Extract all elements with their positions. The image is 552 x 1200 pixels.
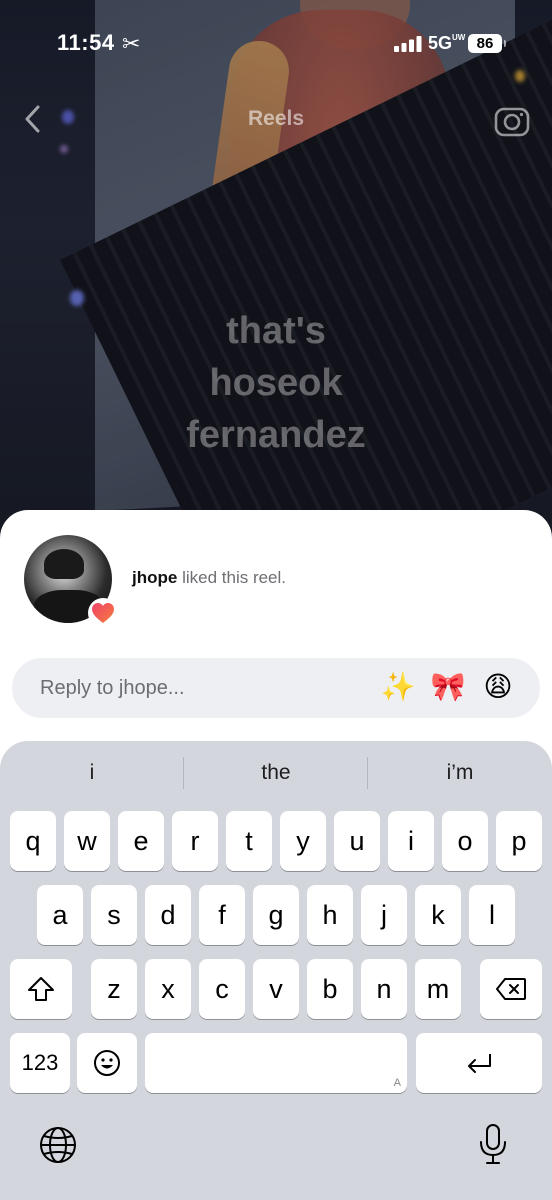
sparkles-emoji-button[interactable]: ✨ — [380, 670, 416, 704]
heart-icon — [92, 603, 114, 623]
key-z[interactable]: z — [91, 959, 137, 1019]
keyboard: i the i’m q w e r t y u i o p a s d f g … — [0, 741, 552, 1200]
delete-icon — [496, 978, 526, 1000]
key-t[interactable]: t — [226, 811, 272, 871]
suggestion-item[interactable]: the — [184, 761, 368, 785]
key-r[interactable]: r — [172, 811, 218, 871]
status-bar: 11:54 ✂ 5GUW 86 — [0, 0, 552, 90]
key-p[interactable]: p — [496, 811, 542, 871]
heart-badge — [88, 598, 118, 628]
emoji-key[interactable] — [77, 1033, 137, 1093]
key-f[interactable]: f — [199, 885, 245, 945]
suggestion-bar: i the i’m — [0, 741, 552, 805]
emoji-icon — [94, 1050, 120, 1076]
key-u[interactable]: u — [334, 811, 380, 871]
suggestion-item[interactable]: i — [0, 761, 184, 785]
key-g[interactable]: g — [253, 885, 299, 945]
key-c[interactable]: c — [199, 959, 245, 1019]
caption-line: hoseok — [209, 362, 343, 404]
reply-placeholder: Reply to jhope... — [40, 677, 185, 699]
battery-level: 86 — [476, 35, 494, 52]
key-x[interactable]: x — [145, 959, 191, 1019]
delete-key[interactable] — [480, 959, 542, 1019]
suggestion-item[interactable]: i’m — [368, 761, 552, 785]
reel-caption: that's hoseok fernandez — [0, 305, 552, 461]
return-icon — [468, 1054, 491, 1073]
shift-icon — [28, 977, 54, 1001]
network-label: 5GUW — [428, 33, 465, 54]
key-j[interactable]: j — [361, 885, 407, 945]
key-i[interactable]: i — [388, 811, 434, 871]
key-k[interactable]: k — [415, 885, 461, 945]
caption-line: that's — [226, 310, 326, 352]
weary-face-emoji-button[interactable]: 😩 — [480, 670, 516, 704]
key-n[interactable]: n — [361, 959, 407, 1019]
key-m[interactable]: m — [415, 959, 461, 1019]
space-key[interactable]: A — [145, 1033, 407, 1093]
signal-icon — [394, 36, 422, 52]
reply-input[interactable]: Reply to jhope... ✨ 🎀 😩 — [12, 658, 540, 718]
status-time: 11:54 — [57, 30, 115, 55]
key-h[interactable]: h — [307, 885, 353, 945]
username[interactable]: jhope — [132, 568, 177, 587]
key-q[interactable]: q — [10, 811, 56, 871]
microphone-icon[interactable] — [478, 1123, 508, 1165]
key-l[interactable]: l — [469, 885, 515, 945]
key-e[interactable]: e — [118, 811, 164, 871]
liked-message: liked this reel. — [182, 568, 287, 587]
battery-icon: 86 — [468, 34, 506, 53]
network-suffix: UW — [452, 33, 466, 42]
camera-icon[interactable] — [494, 103, 530, 137]
scissors-icon: ✂ — [122, 31, 141, 56]
network-type: 5G — [428, 33, 453, 53]
key-s[interactable]: s — [91, 885, 137, 945]
return-key[interactable] — [416, 1033, 542, 1093]
key-y[interactable]: y — [280, 811, 326, 871]
key-d[interactable]: d — [145, 885, 191, 945]
numbers-key[interactable]: 123 — [10, 1033, 70, 1093]
shift-key[interactable] — [10, 959, 72, 1019]
key-o[interactable]: o — [442, 811, 488, 871]
key-a[interactable]: a — [37, 885, 83, 945]
space-hint: A — [393, 1077, 401, 1089]
ribbon-emoji-button[interactable]: 🎀 — [430, 670, 466, 704]
page-title: Reels — [247, 107, 305, 130]
caption-line: fernandez — [186, 414, 366, 456]
globe-icon[interactable] — [38, 1125, 78, 1165]
key-b[interactable]: b — [307, 959, 353, 1019]
key-w[interactable]: w — [64, 811, 110, 871]
liked-notification: jhope liked this reel. — [132, 568, 286, 588]
key-v[interactable]: v — [253, 959, 299, 1019]
